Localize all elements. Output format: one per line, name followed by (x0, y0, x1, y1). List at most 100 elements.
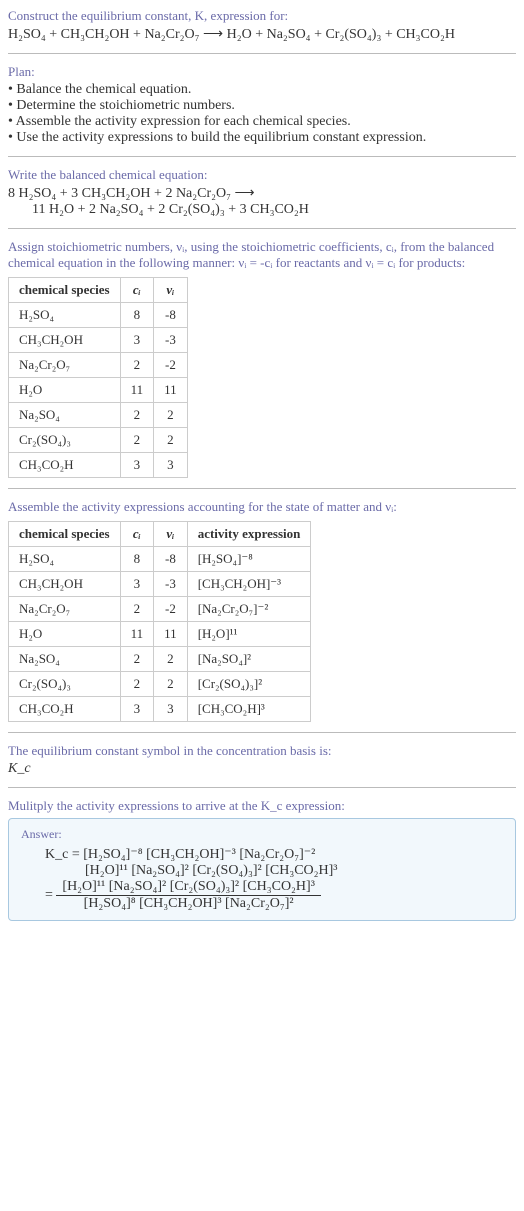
eqsym-text: K_c (8, 761, 31, 776)
table-cell: 11 (120, 378, 154, 403)
plan-item: Use the activity expressions to build th… (8, 130, 516, 146)
eqsym-value: K_c (8, 761, 516, 777)
table-header: chemical species (9, 522, 121, 547)
balanced-line2: 11 H₂O + 2 Na₂SO₄ + 2 Cr₂(SO₄)₃ + 3 CH₃C… (8, 202, 309, 217)
stoich-table: chemical species cᵢ νᵢ H₂SO₄8-8 CH₃CH₂OH… (8, 277, 188, 478)
table-row: Na₂SO₄22 (9, 403, 188, 428)
table-header: cᵢ (120, 522, 154, 547)
table-cell: 2 (120, 403, 154, 428)
table-row: Cr₂(SO₄)₃22 (9, 428, 188, 453)
table-header-row: chemical species cᵢ νᵢ activity expressi… (9, 522, 311, 547)
table-cell: [Na₂Cr₂O₇]⁻² (187, 597, 311, 622)
balanced-line1: 8 H₂SO₄ + 3 CH₃CH₂OH + 2 Na₂Cr₂O₇ ⟶ (8, 186, 255, 201)
answer-line2: [H₂O]¹¹ [Na₂SO₄]² [Cr₂(SO₄)₃]² [CH₃CO₂H]… (45, 863, 338, 878)
table-cell: H₂SO₄ (9, 547, 121, 572)
table-row: CH₃CH₂OH3-3 (9, 328, 188, 353)
eqsym-heading: The equilibrium constant symbol in the c… (8, 743, 516, 759)
table-header: νᵢ (154, 522, 188, 547)
table-header: activity expression (187, 522, 311, 547)
answer-expression: K_c = [H₂SO₄]⁻⁸ [CH₃CH₂OH]⁻³ [Na₂Cr₂O₇]⁻… (21, 846, 503, 912)
table-cell: 2 (120, 353, 154, 378)
plan-item: Assemble the activity expression for eac… (8, 114, 516, 130)
divider (8, 787, 516, 788)
table-cell: CH₃CH₂OH (9, 572, 121, 597)
table-cell: 2 (154, 403, 188, 428)
table-cell: [CH₃CH₂OH]⁻³ (187, 572, 311, 597)
table-cell: 3 (120, 328, 154, 353)
divider (8, 53, 516, 54)
table-cell: 3 (154, 697, 188, 722)
table-row: Na₂Cr₂O₇2-2 (9, 353, 188, 378)
table-row: H₂O1111 (9, 378, 188, 403)
table-header: cᵢ (120, 278, 154, 303)
table-cell: 2 (154, 428, 188, 453)
table-cell: CH₃CO₂H (9, 453, 121, 478)
table-row: Na₂SO₄22[Na₂SO₄]² (9, 647, 311, 672)
table-cell: 2 (154, 647, 188, 672)
table-cell: CH₃CH₂OH (9, 328, 121, 353)
divider (8, 156, 516, 157)
table-row: CH₃CO₂H33[CH₃CO₂H]³ (9, 697, 311, 722)
table-cell: 11 (120, 622, 154, 647)
table-cell: Na₂SO₄ (9, 647, 121, 672)
plan-heading: Plan: (8, 64, 516, 80)
table-cell: Cr₂(SO₄)₃ (9, 428, 121, 453)
table-cell: 8 (120, 547, 154, 572)
table-cell: 2 (120, 672, 154, 697)
table-row: Cr₂(SO₄)₃22[Cr₂(SO₄)₃]² (9, 672, 311, 697)
table-cell: 11 (154, 622, 188, 647)
answer-frac-num: [H₂O]¹¹ [Na₂SO₄]² [Cr₂(SO₄)₃]² [CH₃CO₂H]… (56, 879, 321, 896)
table-cell: -3 (154, 328, 188, 353)
answer-equals: = (45, 888, 56, 903)
table-cell: 2 (154, 672, 188, 697)
answer-fraction: [H₂O]¹¹ [Na₂SO₄]² [Cr₂(SO₄)₃]² [CH₃CO₂H]… (56, 879, 321, 912)
table-header: νᵢ (154, 278, 188, 303)
table-cell: 3 (120, 453, 154, 478)
activity-table: chemical species cᵢ νᵢ activity expressi… (8, 521, 311, 722)
unbalanced-equation: H₂SO₄ + CH₃CH₂OH + Na₂Cr₂O₇ ⟶ H₂O + Na₂S… (8, 26, 516, 43)
table-row: CH₃CH₂OH3-3[CH₃CH₂OH]⁻³ (9, 572, 311, 597)
table-cell: Na₂Cr₂O₇ (9, 597, 121, 622)
table-cell: Cr₂(SO₄)₃ (9, 672, 121, 697)
table-header-text: νᵢ (166, 526, 174, 541)
table-cell: 2 (120, 597, 154, 622)
answer-label: Answer: (21, 827, 503, 842)
table-header-text: cᵢ (133, 526, 141, 541)
table-cell: Na₂SO₄ (9, 403, 121, 428)
answer-box: Answer: K_c = [H₂SO₄]⁻⁸ [CH₃CH₂OH]⁻³ [Na… (8, 818, 516, 921)
table-cell: 2 (120, 647, 154, 672)
table-cell: 11 (154, 378, 188, 403)
table-header-row: chemical species cᵢ νᵢ (9, 278, 188, 303)
table-cell: -8 (154, 547, 188, 572)
plan-list: Balance the chemical equation. Determine… (8, 82, 516, 146)
table-row: H₂SO₄8-8 (9, 303, 188, 328)
construct-heading: Construct the equilibrium constant, K, e… (8, 8, 516, 24)
balanced-heading: Write the balanced chemical equation: (8, 167, 516, 183)
stoich-heading: Assign stoichiometric numbers, νᵢ, using… (8, 239, 516, 271)
table-cell: [Na₂SO₄]² (187, 647, 311, 672)
answer-frac-den: [H₂SO₄]⁸ [CH₃CH₂OH]³ [Na₂Cr₂O₇]² (56, 896, 321, 912)
divider (8, 228, 516, 229)
table-row: Na₂Cr₂O₇2-2[Na₂Cr₂O₇]⁻² (9, 597, 311, 622)
table-cell: Na₂Cr₂O₇ (9, 353, 121, 378)
table-cell: 3 (154, 453, 188, 478)
plan-item: Determine the stoichiometric numbers. (8, 98, 516, 114)
table-cell: CH₃CO₂H (9, 697, 121, 722)
table-header-text: cᵢ (133, 282, 141, 297)
multiply-heading: Mulitply the activity expressions to arr… (8, 798, 516, 814)
table-cell: [H₂O]¹¹ (187, 622, 311, 647)
table-cell: H₂SO₄ (9, 303, 121, 328)
balanced-equation: 8 H₂SO₄ + 3 CH₃CH₂OH + 2 Na₂Cr₂O₇ ⟶ 11 H… (8, 185, 516, 218)
table-cell: -8 (154, 303, 188, 328)
table-cell: 3 (120, 572, 154, 597)
divider (8, 488, 516, 489)
table-cell: [CH₃CO₂H]³ (187, 697, 311, 722)
table-cell: 8 (120, 303, 154, 328)
table-cell: 2 (120, 428, 154, 453)
table-row: H₂O1111[H₂O]¹¹ (9, 622, 311, 647)
table-row: CH₃CO₂H33 (9, 453, 188, 478)
table-header: chemical species (9, 278, 121, 303)
answer-line1: K_c = [H₂SO₄]⁻⁸ [CH₃CH₂OH]⁻³ [Na₂Cr₂O₇]⁻… (45, 847, 315, 862)
table-cell: -2 (154, 353, 188, 378)
table-header-text: νᵢ (166, 282, 174, 297)
